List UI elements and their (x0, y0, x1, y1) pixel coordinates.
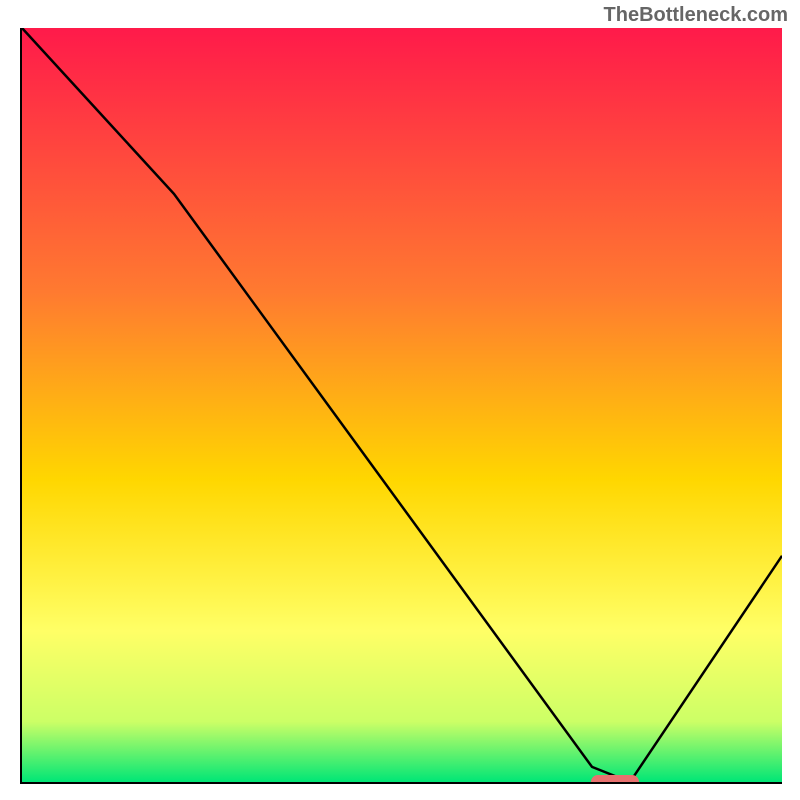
watermark-text: TheBottleneck.com (604, 4, 788, 27)
optimal-point-marker (591, 775, 639, 784)
chart-container: TheBottleneck.com (0, 0, 800, 800)
bottleneck-curve (22, 28, 782, 782)
plot-area (20, 28, 782, 784)
